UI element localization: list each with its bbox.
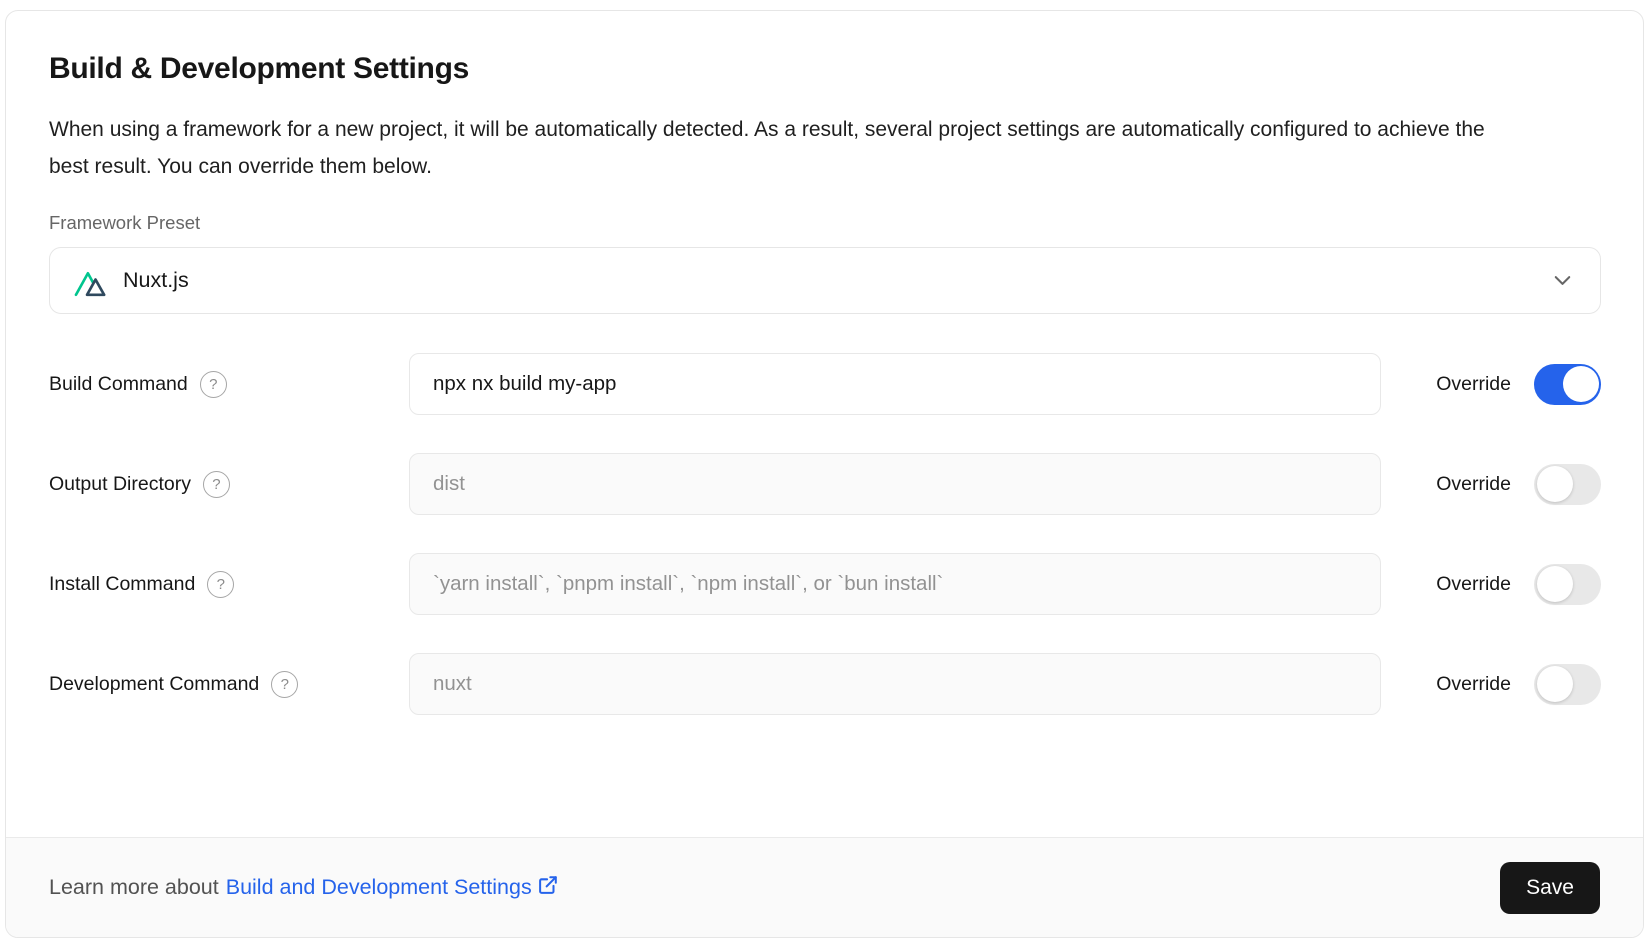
learn-more-link[interactable]: Build and Development Settings xyxy=(226,874,559,902)
learn-more-text: Learn more about Build and Development S… xyxy=(49,874,559,902)
toggle-knob xyxy=(1537,466,1573,502)
framework-preset-select[interactable]: Nuxt.js xyxy=(49,247,1601,314)
command-input[interactable] xyxy=(409,453,1381,515)
override-toggle[interactable] xyxy=(1534,664,1601,705)
override-label: Override xyxy=(1436,673,1511,696)
row-label: Development Command ? xyxy=(49,671,409,698)
toggle-knob xyxy=(1537,566,1573,602)
build-settings-card: Build & Development Settings When using … xyxy=(5,10,1644,938)
settings-row: Build Command ? Override xyxy=(49,353,1601,415)
framework-selected-value: Nuxt.js xyxy=(123,268,189,293)
override-toggle[interactable] xyxy=(1534,564,1601,605)
override-label: Override xyxy=(1436,573,1511,596)
save-button[interactable]: Save xyxy=(1500,862,1600,914)
question-circle-icon[interactable]: ? xyxy=(200,371,227,398)
row-label-text: Development Command xyxy=(49,673,259,696)
learn-more-prefix: Learn more about xyxy=(49,875,219,900)
learn-more-link-text: Build and Development Settings xyxy=(226,875,532,900)
command-input[interactable] xyxy=(409,653,1381,715)
question-circle-icon[interactable]: ? xyxy=(203,471,230,498)
row-label: Output Directory ? xyxy=(49,471,409,498)
page-description: When using a framework for a new project… xyxy=(49,111,1509,185)
override-cell: Override xyxy=(1381,564,1601,605)
override-cell: Override xyxy=(1381,664,1601,705)
card-footer: Learn more about Build and Development S… xyxy=(6,837,1643,937)
row-label-text: Output Directory xyxy=(49,473,191,496)
page-title: Build & Development Settings xyxy=(49,52,1601,86)
override-cell: Override xyxy=(1381,464,1601,505)
chevron-down-icon xyxy=(1549,267,1576,294)
external-link-icon xyxy=(537,874,559,902)
row-label: Install Command ? xyxy=(49,571,409,598)
override-toggle[interactable] xyxy=(1534,464,1601,505)
question-circle-icon[interactable]: ? xyxy=(271,671,298,698)
row-label-text: Install Command xyxy=(49,573,195,596)
override-label: Override xyxy=(1436,473,1511,496)
settings-row: Output Directory ? Override xyxy=(49,453,1601,515)
card-body: Build & Development Settings When using … xyxy=(6,11,1643,837)
nuxt-icon xyxy=(74,265,110,297)
framework-preset-label: Framework Preset xyxy=(49,212,1601,234)
question-circle-icon[interactable]: ? xyxy=(207,571,234,598)
toggle-knob xyxy=(1537,666,1573,702)
row-label: Build Command ? xyxy=(49,371,409,398)
settings-row: Development Command ? Override xyxy=(49,653,1601,715)
settings-row: Install Command ? Override xyxy=(49,553,1601,615)
override-toggle[interactable] xyxy=(1534,364,1601,405)
row-label-text: Build Command xyxy=(49,373,188,396)
command-input[interactable] xyxy=(409,353,1381,415)
toggle-knob xyxy=(1563,366,1599,402)
override-cell: Override xyxy=(1381,364,1601,405)
settings-rows: Build Command ? Override Output Director… xyxy=(49,353,1601,715)
override-label: Override xyxy=(1436,373,1511,396)
command-input[interactable] xyxy=(409,553,1381,615)
